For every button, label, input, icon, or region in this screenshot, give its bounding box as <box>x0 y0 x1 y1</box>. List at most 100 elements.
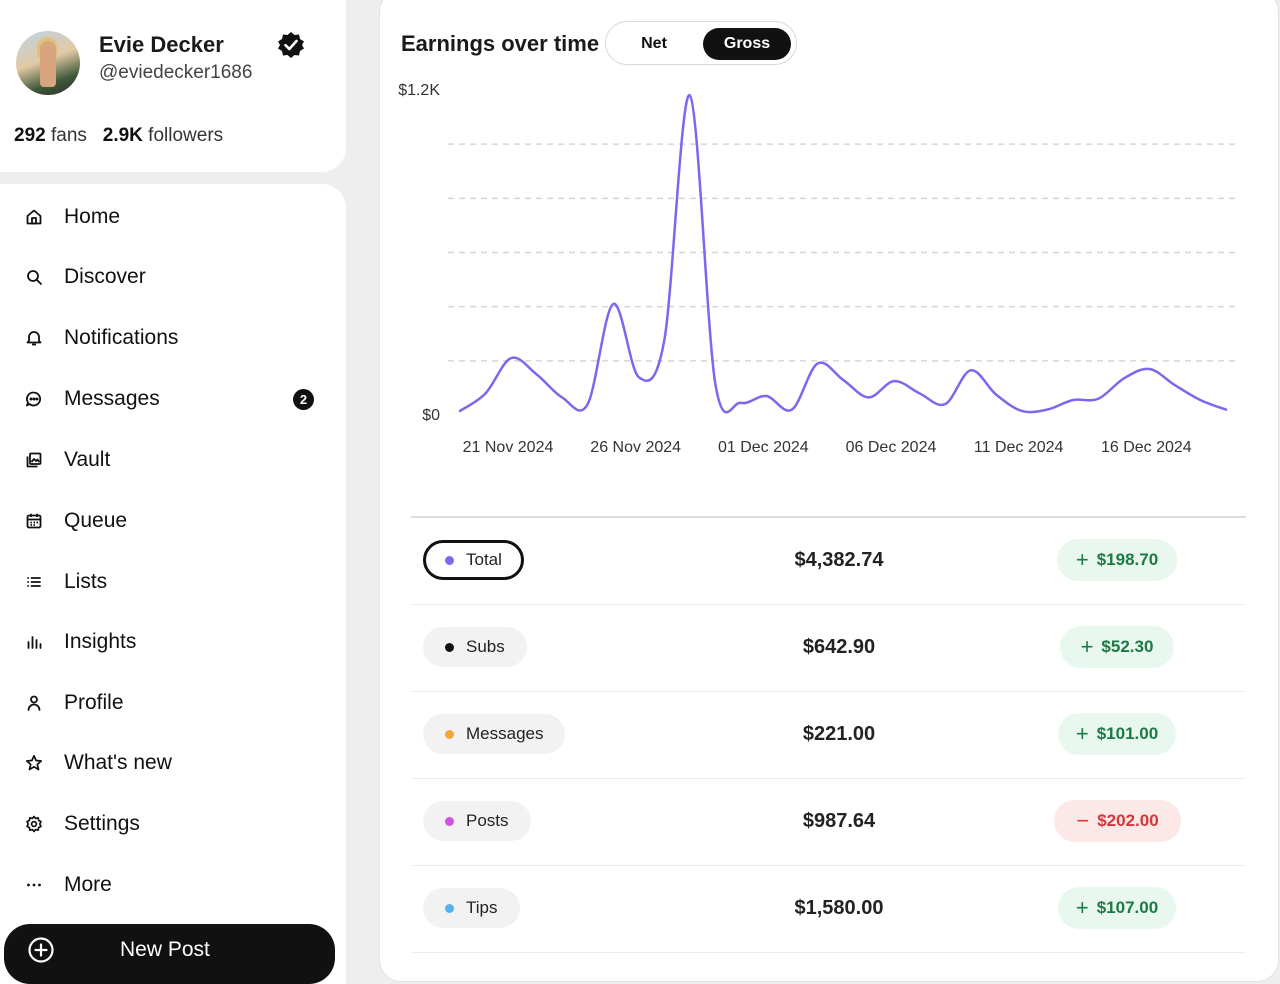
sidebar-item-label: Settings <box>64 812 140 835</box>
sidebar-item-label: What's new <box>64 751 172 774</box>
ellipsis-icon <box>24 875 44 895</box>
change-value: $52.30 <box>1101 637 1154 656</box>
sidebar-item-label: Queue <box>64 509 128 532</box>
calendar-icon <box>24 511 44 531</box>
star-icon <box>24 753 44 773</box>
category-pill-tips[interactable]: Tips <box>423 888 520 928</box>
change-value: $202.00 <box>1097 811 1159 830</box>
home-icon <box>24 207 44 227</box>
plus-circle-icon <box>28 937 54 963</box>
amount-posts: $987.64 <box>802 810 876 832</box>
avatar-figure-shape <box>40 41 56 87</box>
sidebar-item-label: Insights <box>64 630 137 653</box>
profile-name[interactable]: Evie Decker <box>99 32 224 58</box>
sidebar-item-more[interactable]: More <box>0 860 346 910</box>
category-dot <box>445 903 454 913</box>
category-pill-subs[interactable]: Subs <box>423 627 527 667</box>
row-separator <box>411 778 1246 779</box>
change-badge-posts: − $202.00 <box>1054 800 1181 842</box>
sidebar-item-queue[interactable]: Queue <box>0 496 346 546</box>
chart-title: Earnings over time <box>401 31 600 56</box>
amount-tips: $1,580.00 <box>794 897 884 919</box>
sidebar-item-insights[interactable]: Insights <box>0 617 346 667</box>
sidebar-item-lists[interactable]: Lists <box>0 557 346 607</box>
amount-subs: $642.90 <box>802 636 876 658</box>
change-badge-total: + $198.70 <box>1057 539 1177 581</box>
verified-badge-icon <box>278 32 304 58</box>
x-tick-label: 01 Dec 2024 <box>718 439 809 456</box>
search-icon <box>24 267 44 287</box>
sidebar-item-discover[interactable]: Discover <box>0 252 346 302</box>
plus-icon: + <box>1075 895 1089 920</box>
category-pill-posts[interactable]: Posts <box>423 801 531 841</box>
category-dot <box>445 729 454 739</box>
sidebar-item-settings[interactable]: Settings <box>0 799 346 849</box>
row-separator <box>411 865 1246 866</box>
sidebar-item-label: Vault <box>64 448 111 471</box>
toggle-gross[interactable]: Gross <box>703 28 791 60</box>
x-tick-label: 06 Dec 2024 <box>846 439 937 456</box>
avatar[interactable] <box>16 31 80 95</box>
sidebar-item-label: Profile <box>64 691 124 714</box>
profile-card: Evie Decker @eviedecker1686 292 fans 2.9… <box>0 0 346 172</box>
sidebar-item-vault[interactable]: Vault <box>0 435 346 485</box>
change-badge-tips: + $107.00 <box>1058 887 1176 929</box>
sidebar-item-profile[interactable]: Profile <box>0 678 346 728</box>
amount-total: $4,382.74 <box>794 549 884 571</box>
unread-count-badge: 2 <box>293 388 314 410</box>
x-tick-label: 26 Nov 2024 <box>590 439 681 456</box>
plus-icon: + <box>1075 721 1089 746</box>
change-value: $107.00 <box>1096 898 1159 917</box>
minus-icon: − <box>1076 808 1090 833</box>
sidebar-item-label: Notifications <box>64 326 179 349</box>
category-label: Tips <box>466 898 498 917</box>
sidebar-item-home[interactable]: Home <box>0 192 346 242</box>
x-tick-label: 21 Nov 2024 <box>463 439 554 456</box>
series-line-total <box>458 94 1228 414</box>
amount-messages: $221.00 <box>802 723 876 745</box>
list-icon <box>24 572 44 592</box>
category-pill-total[interactable]: Total <box>423 540 524 580</box>
earnings-line-chart: $0 $1.2K 21 Nov 2024 26 Nov 2024 01 Dec 2024… <box>398 82 1237 456</box>
category-label: Messages <box>466 724 544 743</box>
category-label: Subs <box>466 637 505 656</box>
gear-icon <box>24 814 44 834</box>
category-dot <box>445 555 454 565</box>
category-dot <box>445 816 454 826</box>
y-tick-label: $1.2K <box>398 82 440 99</box>
plus-icon: + <box>1080 634 1094 659</box>
sidebar-item-whats-new[interactable]: What's new <box>0 738 346 788</box>
followers-count[interactable]: 2.9K <box>103 125 143 146</box>
category-pill-messages[interactable]: Messages <box>423 714 566 754</box>
change-value: $101.00 <box>1096 724 1159 743</box>
x-tick-label: 16 Dec 2024 <box>1101 439 1192 456</box>
category-label: Total <box>466 550 502 569</box>
toggle-net[interactable]: Net <box>614 28 694 60</box>
new-post-button[interactable]: New Post <box>4 924 335 984</box>
category-dot <box>445 642 454 652</box>
user-icon <box>24 693 44 713</box>
sidebar-item-messages[interactable]: Messages 2 <box>0 374 346 424</box>
change-badge-subs: + $52.30 <box>1060 626 1174 668</box>
bar-chart-icon <box>24 632 44 652</box>
change-badge-messages: + $101.00 <box>1058 713 1176 755</box>
change-value: $198.70 <box>1096 550 1159 569</box>
profile-stats: 292 fans 2.9K followers <box>14 125 223 147</box>
fans-count[interactable]: 292 <box>14 125 46 146</box>
bell-icon <box>24 328 44 348</box>
followers-label: followers <box>148 125 224 146</box>
sidebar-item-label: More <box>64 873 112 896</box>
sidebar-item-label: Lists <box>64 570 108 593</box>
plus-icon: + <box>1075 547 1089 572</box>
x-tick-label: 11 Dec 2024 <box>974 439 1064 456</box>
sidebar-item-notifications[interactable]: Notifications <box>0 313 346 363</box>
sidebar-item-label: Home <box>64 205 121 228</box>
sidebar-item-label: Discover <box>64 265 146 288</box>
row-separator <box>411 604 1246 605</box>
chart-divider <box>411 516 1246 518</box>
y-tick-label: $0 <box>422 407 440 424</box>
category-label: Posts <box>466 811 509 830</box>
row-separator <box>411 691 1246 692</box>
vault-icon <box>24 450 44 470</box>
sidebar-item-label: Messages <box>64 387 160 410</box>
